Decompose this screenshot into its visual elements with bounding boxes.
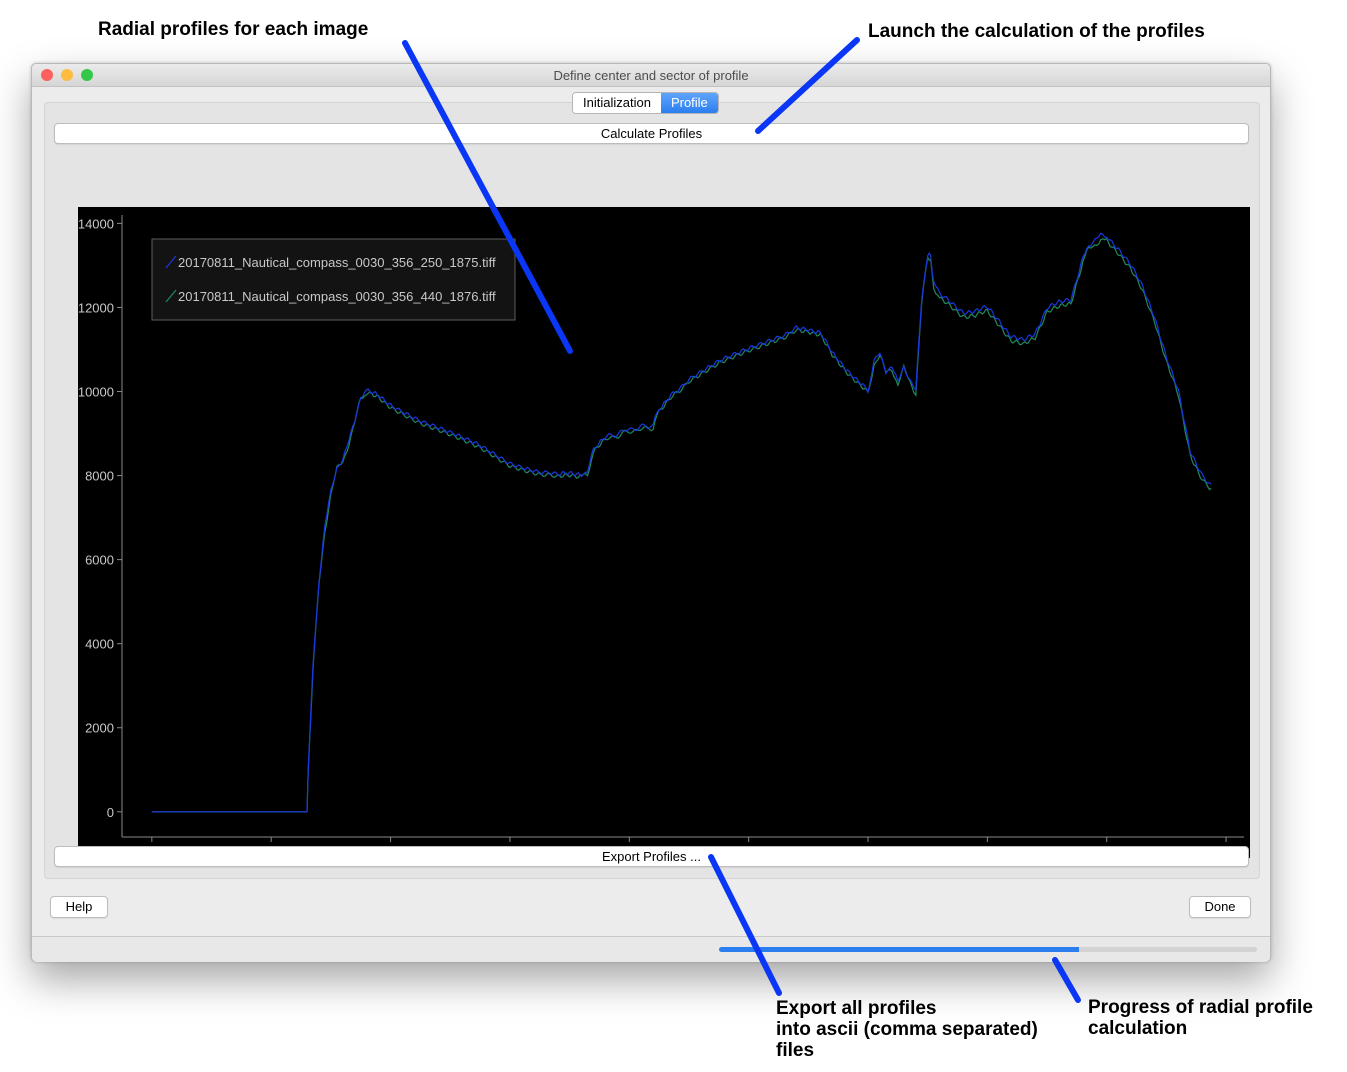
annotation-progress: Progress of radial profile calculation [1088, 997, 1313, 1039]
annotation-launch-calculation: Launch the calculation of the profiles [868, 21, 1205, 42]
annotation-radial-profiles: Radial profiles for each image [98, 19, 369, 40]
export-profiles-button[interactable]: Export Profiles ... [54, 846, 1249, 867]
y-tick-label: 14000 [78, 216, 114, 231]
annotation-export-line-1: Export all profiles [776, 998, 937, 1019]
y-tick-label: 8000 [85, 469, 114, 484]
calculate-profiles-button[interactable]: Calculate Profiles [54, 123, 1249, 144]
legend-box [151, 238, 516, 321]
y-tick-label: 12000 [78, 300, 114, 315]
progress-bar [719, 947, 1257, 952]
tab-bar: Initialization Profile [572, 92, 719, 114]
profile-plot[interactable]: 0200400600800100012001400160018000200040… [78, 207, 1250, 860]
y-tick-label: 6000 [85, 553, 114, 568]
tab-profile[interactable]: Profile [660, 93, 718, 113]
progress-fill [719, 947, 1080, 952]
y-tick-label: 4000 [85, 637, 114, 652]
profile-tab-panel: Calculate Profiles 020040060080010001200… [44, 102, 1260, 879]
tab-initialization[interactable]: Initialization [573, 93, 661, 113]
title-bar[interactable]: Define center and sector of profile [32, 64, 1270, 87]
help-button[interactable]: Help [50, 896, 108, 918]
legend-label-1: 20170811_Nautical_compass_0030_356_250_1… [178, 255, 496, 270]
annotation-export-line-3: files [776, 1040, 815, 1061]
y-tick-label: 2000 [85, 721, 114, 736]
window-title: Define center and sector of profile [553, 68, 749, 83]
annotation-progress-line-1: Progress of radial profile [1088, 997, 1313, 1018]
arrow-progress [1052, 957, 1081, 1003]
y-tick-label: 0 [107, 805, 114, 820]
legend-label-2: 20170811_Nautical_compass_0030_356_440_1… [178, 289, 496, 304]
y-tick-label: 10000 [78, 385, 114, 400]
status-bar [32, 936, 1270, 962]
main-window: Define center and sector of profile Init… [31, 63, 1271, 962]
annotation-progress-line-2: calculation [1088, 1018, 1188, 1039]
annotation-export-profiles: Export all profiles into ascii (comma se… [776, 998, 1038, 1061]
annotation-export-line-2: into ascii (comma separated) [776, 1019, 1038, 1040]
profile-plot-svg: 0200400600800100012001400160018000200040… [78, 207, 1250, 860]
done-button[interactable]: Done [1189, 896, 1251, 918]
